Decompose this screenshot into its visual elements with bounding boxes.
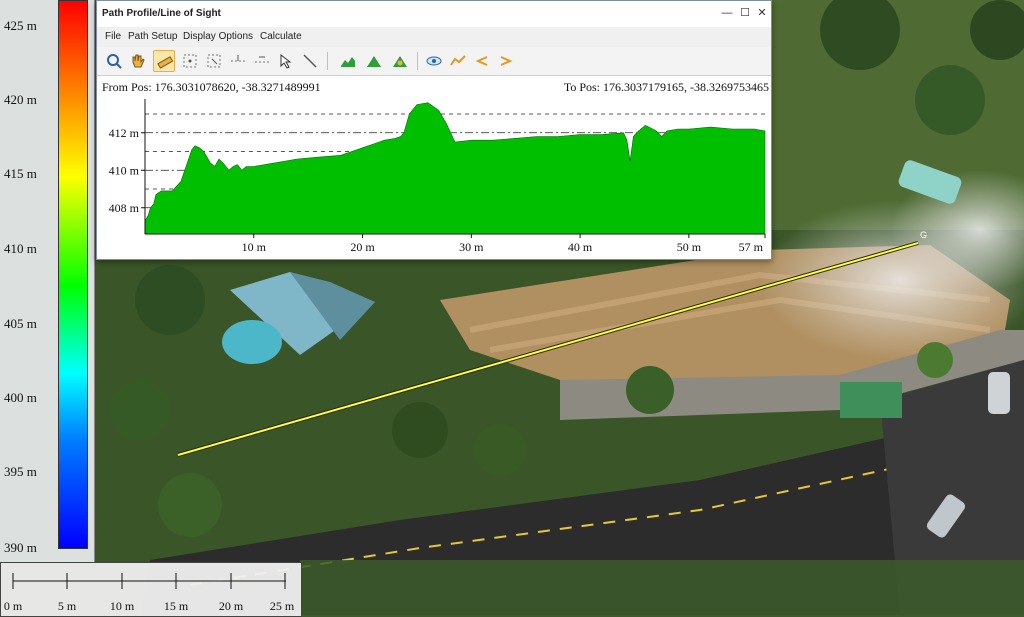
y-tick-label: 408 m [109,201,140,215]
zoom-in-icon[interactable] [103,50,125,72]
scale-label: 0 m [3,599,23,613]
tree [915,65,985,135]
menu-bar: File Path Setup Display Options Calculat… [97,27,771,47]
tree [392,402,448,458]
menu-path-setup[interactable]: Path Setup [128,31,177,42]
view-shed-icon[interactable] [423,50,445,72]
tree [110,380,170,440]
tree [135,265,205,335]
x-tick-label: 20 m [350,240,375,254]
scale-label: 10 m [109,599,135,613]
profile-area [144,102,766,235]
legend-label: 395 m [4,464,37,479]
select-points-icon[interactable] [179,50,201,72]
tree [917,342,953,378]
menu-calculate[interactable]: Calculate [260,31,302,42]
distance-scale-bar: 0 m 5 m 10 m 15 m 20 m 25 m [0,562,302,617]
scale-label: 5 m [57,599,77,613]
x-tick-label: 30 m [459,240,484,254]
legend-label: 390 m [4,540,37,555]
window-title: Path Profile/Line of Sight [102,8,221,19]
to-position: To Pos: 176.3037179165, -38.3269753465 [563,80,769,94]
shelter-roof [840,382,902,418]
elevation-color-bar [58,0,88,549]
window-titlebar[interactable]: Path Profile/Line of Sight — ☐ ✕ [97,1,771,27]
legend-label: 400 m [4,390,37,405]
terrain-icon[interactable] [363,50,385,72]
scale-label: 25 m [269,599,295,613]
close-button[interactable]: ✕ [754,6,770,20]
x-tick-label: 57 m [739,240,764,254]
y-tick-label: 410 m [109,163,140,177]
tree [474,424,526,476]
profile-elevation-icon[interactable] [337,50,359,72]
add-point-icon[interactable] [227,50,249,72]
pointer-icon[interactable] [275,50,297,72]
legend-label: 420 m [4,92,37,107]
legend-label: 410 m [4,241,37,256]
select-area-icon[interactable] [203,50,225,72]
menu-file[interactable]: File [105,31,121,42]
pool [222,320,282,364]
x-tick-label: 10 m [242,240,267,254]
parked-car [988,372,1010,414]
menu-display-options[interactable]: Display Options [183,31,253,42]
legend-label: 405 m [4,316,37,331]
tree [158,473,222,537]
scale-ruler [12,573,286,589]
toolbar [97,47,771,76]
minimize-button[interactable]: — [719,6,735,20]
x-tick-label: 50 m [677,240,702,254]
y-tick-label: 412 m [109,126,140,140]
measure-ruler-icon[interactable] [153,50,175,72]
elevation-legend: 425 m 420 m 415 m 410 m 405 m 400 m 395 … [0,0,95,562]
scale-label: 15 m [163,599,189,613]
path-end-marker: G [920,230,927,240]
move-point-icon[interactable] [251,50,273,72]
legend-label: 425 m [4,18,37,33]
path-profile-window[interactable]: Path Profile/Line of Sight — ☐ ✕ File Pa… [96,0,772,260]
maximize-button[interactable]: ☐ [737,6,753,20]
step-back-icon[interactable] [471,50,493,72]
line-of-sight-icon[interactable] [447,50,469,72]
pan-hand-icon[interactable] [127,50,149,72]
elevation-profile-chart[interactable]: 408 m 410 m 412 m 10 m 20 m 30 m 40 m 50 m 57 m [97,95,771,259]
terrain-warning-icon[interactable] [389,50,411,72]
from-position: From Pos: 176.3031078620, -38.3271489991 [102,80,321,94]
legend-label: 415 m [4,166,37,181]
lower-vegetation [300,560,1024,615]
x-tick-label: 40 m [568,240,593,254]
step-forward-icon[interactable] [495,50,517,72]
tree [626,366,674,414]
scale-label: 20 m [218,599,244,613]
draw-line-icon[interactable] [299,50,321,72]
